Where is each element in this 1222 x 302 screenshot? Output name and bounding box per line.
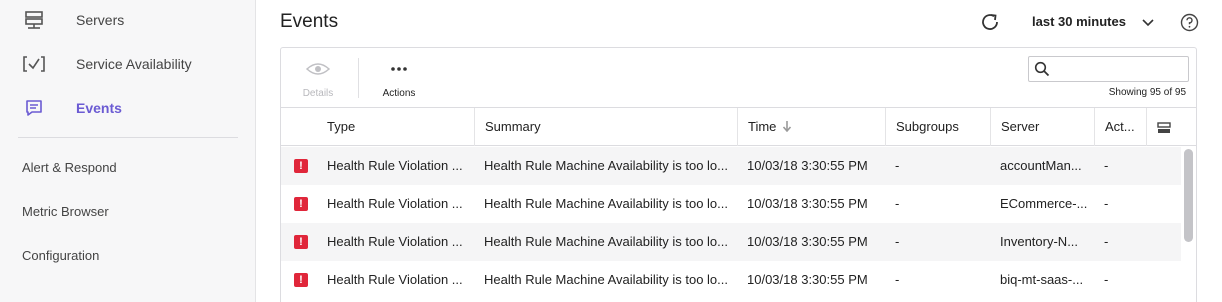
table-header: Type Summary Time Subgroups Server Act..… — [281, 108, 1196, 146]
cell-actions: - — [1104, 272, 1109, 287]
refresh-icon[interactable] — [979, 11, 1001, 33]
sidebar-item-service-availability[interactable]: Service Availability — [0, 44, 255, 84]
details-button[interactable]: Details — [288, 58, 348, 102]
cell-server: ECommerce-... — [1000, 196, 1088, 211]
showing-count: Showing 95 of 95 — [1108, 87, 1186, 98]
cell-type: Health Rule Violation ... — [327, 196, 463, 211]
more-horizontal-icon — [387, 58, 411, 80]
cell-actions: - — [1104, 196, 1109, 211]
column-header-label: Act... — [1105, 119, 1135, 134]
time-range-label: last 30 minutes — [1032, 14, 1126, 29]
cell-type: Health Rule Violation ... — [327, 158, 463, 173]
cell-server: accountMan... — [1000, 158, 1082, 173]
cell-time: 10/03/18 3:30:55 PM — [747, 272, 868, 287]
cell-subgroups: - — [895, 158, 900, 173]
sidebar-item-configuration[interactable]: Configuration — [22, 248, 99, 263]
toolbar: Details Actions Showing 95 of 95 — [281, 48, 1196, 108]
cell-type: Health Rule Violation ... — [327, 234, 463, 249]
vertical-scrollbar[interactable] — [1184, 149, 1193, 242]
column-header-server[interactable]: Server — [990, 108, 1094, 146]
search-box[interactable] — [1028, 56, 1189, 82]
error-severity-icon: ! — [294, 235, 308, 249]
cell-time: 10/03/18 3:30:55 PM — [747, 196, 868, 211]
error-severity-icon: ! — [294, 273, 308, 287]
sidebar-item-metric-browser[interactable]: Metric Browser — [22, 204, 109, 219]
cell-time: 10/03/18 3:30:55 PM — [747, 158, 868, 173]
column-header-label: Summary — [485, 119, 541, 134]
cell-actions: - — [1104, 158, 1109, 173]
help-icon[interactable] — [1180, 13, 1199, 32]
cell-actions: - — [1104, 234, 1109, 249]
page-title: Events — [280, 11, 339, 32]
sidebar: Servers Service Availability Events Aler… — [0, 0, 256, 302]
cell-server: Inventory-N... — [1000, 234, 1079, 249]
sidebar-divider — [18, 137, 238, 138]
sort-descending-icon — [782, 109, 792, 133]
events-panel: Details Actions Showing 95 of 95 Type Su… — [280, 47, 1197, 302]
column-header-type[interactable]: Type — [317, 108, 474, 146]
sidebar-item-label: Events — [76, 100, 122, 116]
eye-icon — [306, 58, 330, 80]
cell-server: biq-mt-saas-... — [1000, 272, 1084, 287]
error-severity-icon: ! — [294, 197, 308, 211]
actions-label: Actions — [382, 88, 416, 99]
cell-summary: Health Rule Machine Availability is too … — [484, 234, 728, 249]
column-header-summary[interactable]: Summary — [474, 108, 737, 146]
table-row[interactable]: ! Health Rule Violation ... Health Rule … — [281, 185, 1181, 223]
cell-summary: Health Rule Machine Availability is too … — [484, 158, 728, 173]
error-severity-icon: ! — [294, 159, 308, 173]
cell-subgroups: - — [895, 234, 900, 249]
sidebar-item-label: Service Availability — [76, 56, 192, 72]
cell-summary: Health Rule Machine Availability is too … — [484, 196, 728, 211]
chevron-down-icon — [1142, 16, 1154, 28]
column-chooser-cell — [1146, 108, 1196, 146]
column-header-label: Subgroups — [896, 119, 959, 134]
cell-time: 10/03/18 3:30:55 PM — [747, 234, 868, 249]
servers-icon — [22, 8, 46, 32]
sidebar-item-events[interactable]: Events — [0, 88, 255, 128]
events-icon — [22, 96, 46, 120]
sidebar-item-servers[interactable]: Servers — [0, 0, 255, 40]
details-label: Details — [302, 88, 334, 99]
table-row[interactable]: ! Health Rule Violation ... Health Rule … — [281, 261, 1181, 299]
time-range-dropdown[interactable]: last 30 minutes — [1032, 14, 1154, 29]
cell-type: Health Rule Violation ... — [327, 272, 463, 287]
column-header-label: Time — [748, 119, 777, 134]
column-header-label: Server — [1001, 119, 1040, 134]
column-header-time[interactable]: Time — [737, 108, 885, 146]
cell-subgroups: - — [895, 196, 900, 211]
sidebar-item-alert-respond[interactable]: Alert & Respond — [22, 160, 117, 175]
table-row[interactable]: ! Health Rule Violation ... Health Rule … — [281, 223, 1181, 261]
column-header-actions[interactable]: Act... — [1094, 108, 1146, 146]
toolbar-divider — [358, 58, 359, 98]
actions-button[interactable]: Actions — [369, 58, 429, 102]
column-chooser-icon[interactable] — [1157, 121, 1171, 133]
column-header-label: Type — [327, 119, 356, 134]
service-check-icon — [22, 52, 46, 76]
column-header-subgroups[interactable]: Subgroups — [885, 108, 990, 146]
cell-summary: Health Rule Machine Availability is too … — [484, 272, 728, 287]
table-row[interactable]: ! Health Rule Violation ... Health Rule … — [281, 147, 1181, 185]
cell-subgroups: - — [895, 272, 900, 287]
sidebar-item-label: Servers — [76, 12, 125, 28]
search-input[interactable] — [1055, 59, 1185, 79]
search-icon — [1034, 61, 1050, 77]
